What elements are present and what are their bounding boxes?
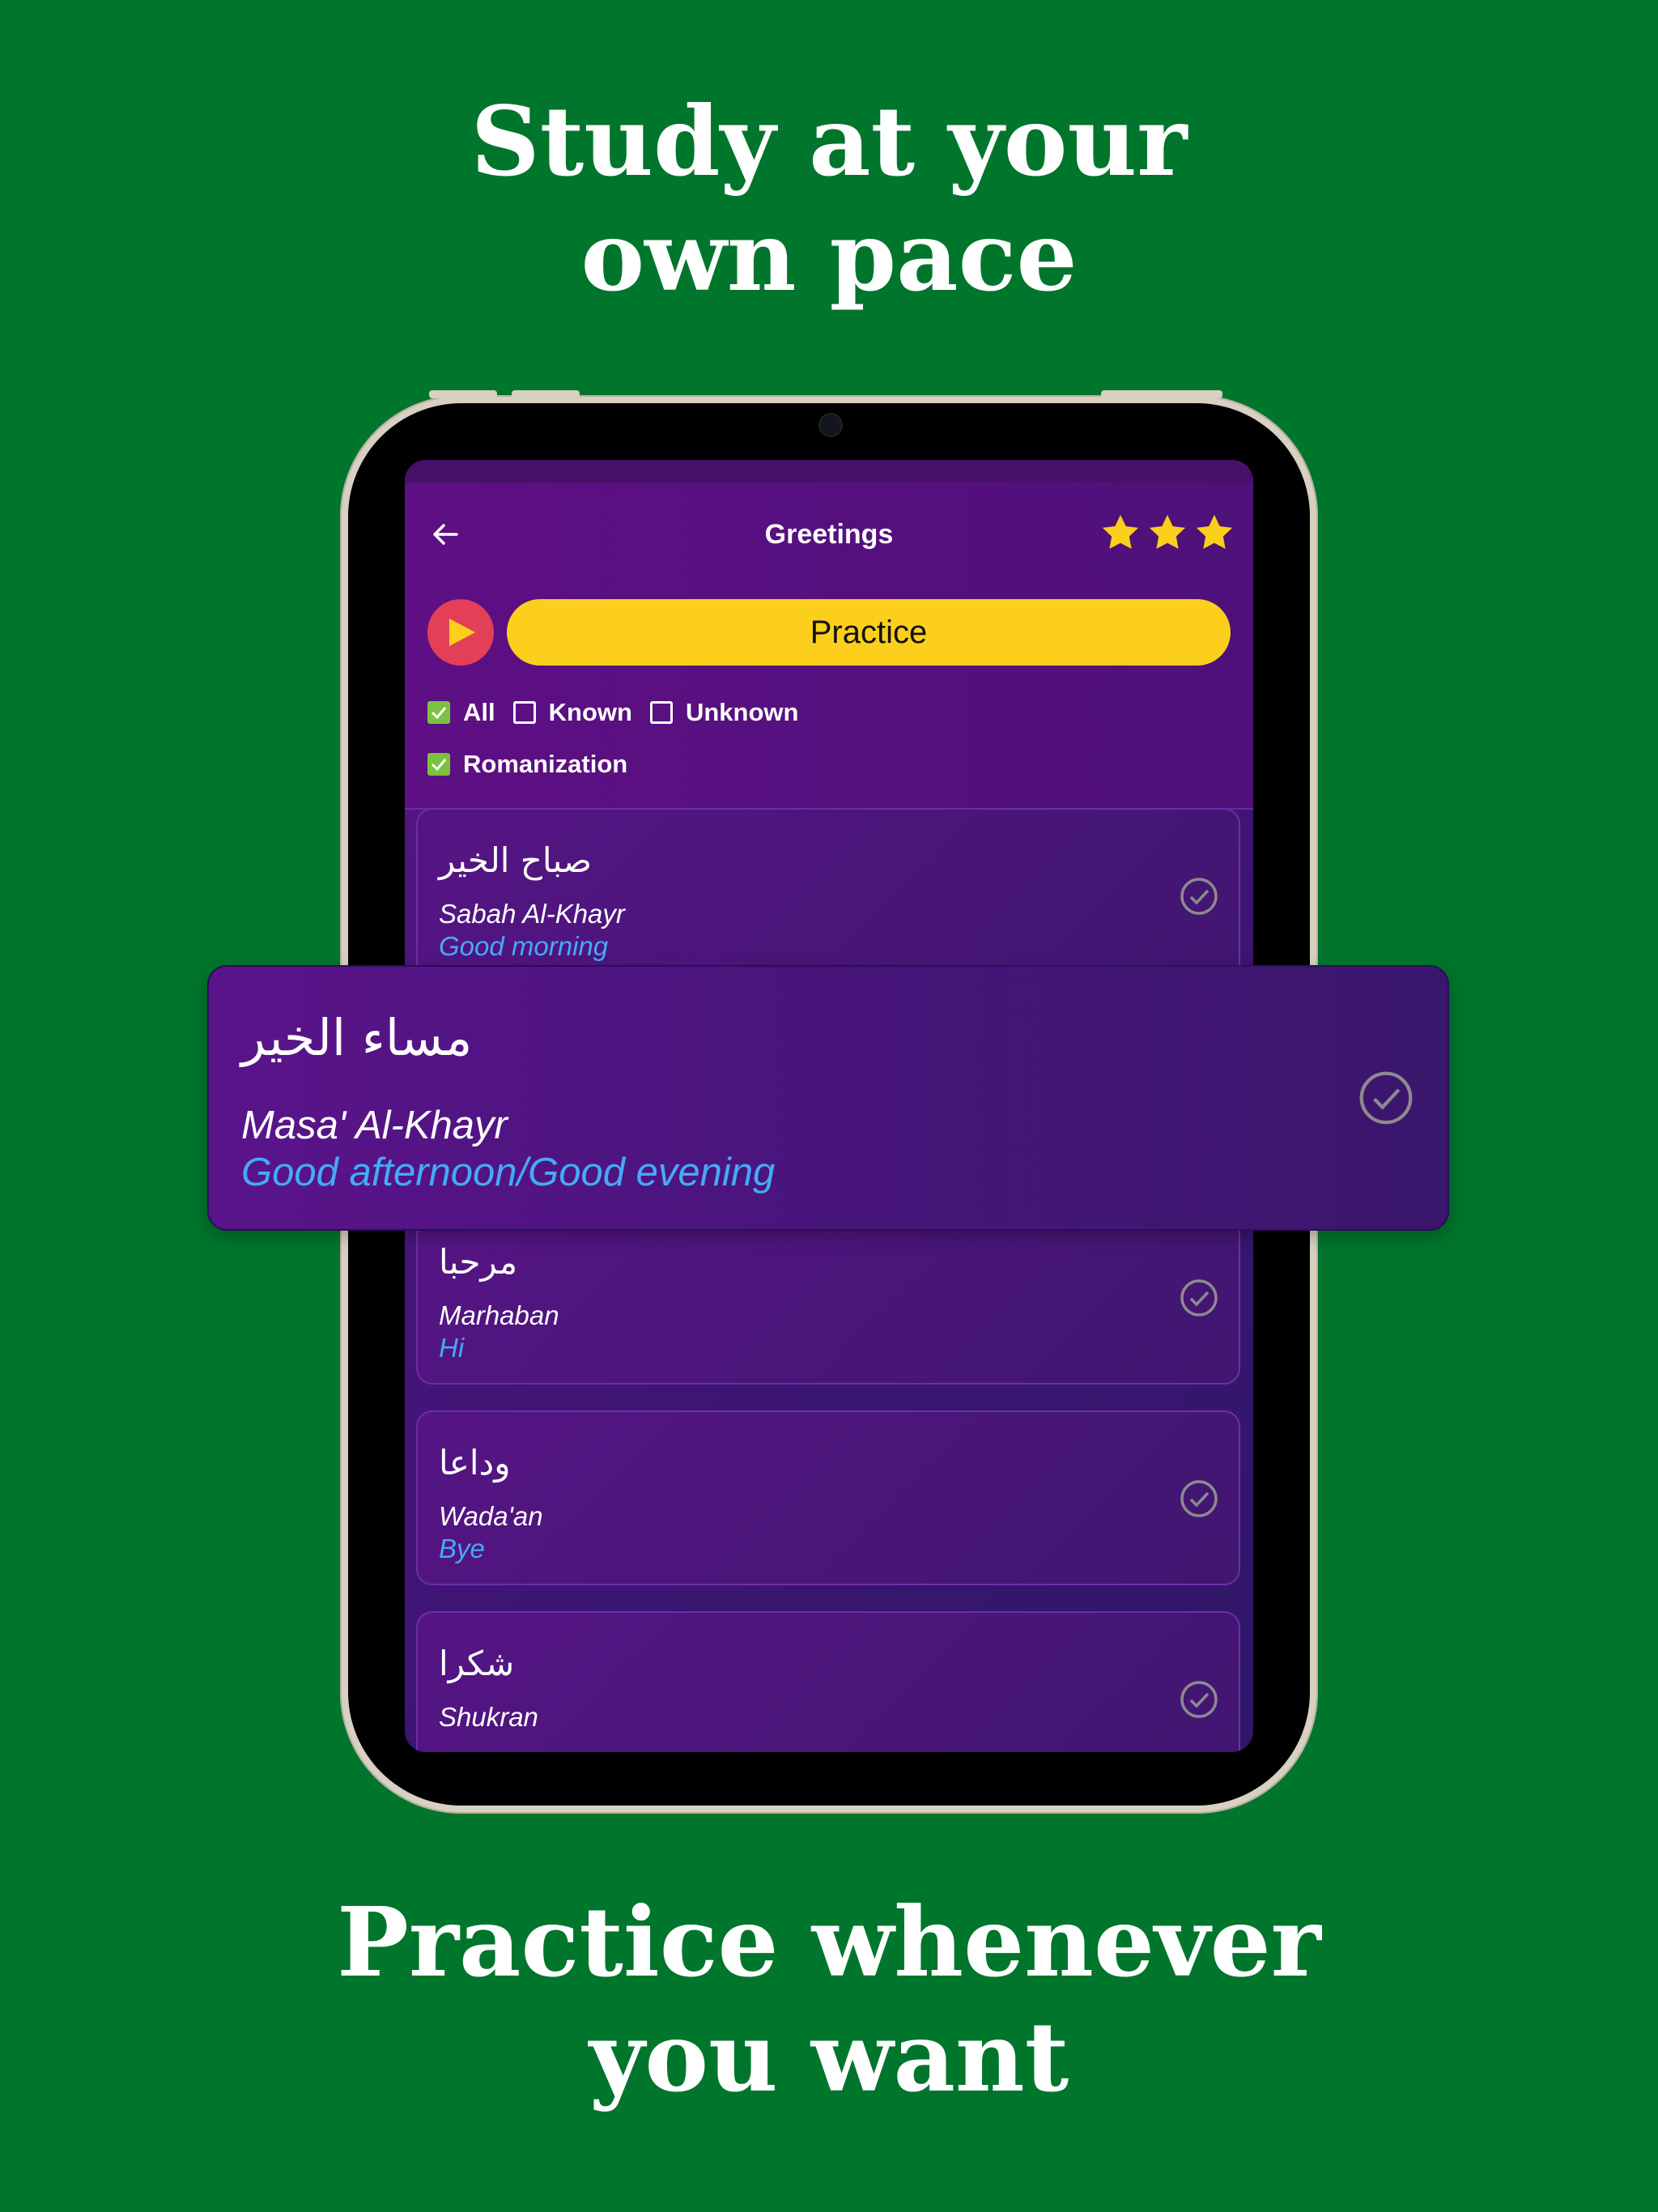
- phrase-translation: Bye: [439, 1534, 485, 1563]
- filter-known-label: Known: [548, 698, 632, 726]
- check-circle-icon[interactable]: [1179, 1478, 1219, 1519]
- phrase-translation: Good morning: [439, 931, 609, 961]
- camera-icon: [818, 413, 843, 437]
- star-rating: [1099, 512, 1235, 554]
- check-circle-icon[interactable]: [1179, 876, 1219, 917]
- check-circle-icon[interactable]: [1179, 1679, 1219, 1720]
- headline-bottom-line-2: you want: [589, 2001, 1069, 2113]
- phrase-card[interactable]: مرحبا Marhaban Hi: [416, 1210, 1240, 1385]
- filter-unknown-label: Unknown: [685, 698, 799, 726]
- check-circle-icon[interactable]: [1179, 1278, 1219, 1318]
- phrase-romanization: Sabah Al-Khayr: [439, 899, 625, 929]
- star-icon: [1102, 514, 1139, 549]
- headline-bottom: Practice whenever you want: [0, 1885, 1658, 2115]
- phrase-card[interactable]: شكرا Shukran: [416, 1611, 1240, 1752]
- checkmark-icon: [431, 759, 447, 772]
- phrase-romanization: Shukran: [439, 1702, 538, 1732]
- app-header: Greetings Practice All Known Unknown Rom…: [405, 483, 1253, 810]
- filter-all[interactable]: All: [427, 698, 495, 727]
- checkmark-icon: [431, 707, 447, 720]
- status-bar: [405, 460, 1253, 483]
- headline-top: Study at your own pace: [0, 84, 1658, 314]
- headline-bottom-line-1: Practice whenever: [337, 1886, 1321, 1998]
- headline-top-line-2: own pace: [580, 200, 1078, 313]
- practice-button[interactable]: Practice: [507, 599, 1231, 666]
- featured-arabic: مساء الخير: [241, 1008, 473, 1067]
- filter-romanization-label: Romanization: [463, 750, 628, 778]
- featured-phrase-card[interactable]: مساء الخير Masa' Al-Khayr Good afternoon…: [207, 965, 1449, 1231]
- phrase-romanization: Marhaban: [439, 1300, 559, 1330]
- play-icon: [449, 619, 475, 646]
- check-circle-icon[interactable]: [1357, 1069, 1415, 1127]
- phrase-arabic: مرحبا: [439, 1242, 518, 1282]
- star-icon: [1196, 514, 1233, 549]
- filter-all-label: All: [463, 698, 495, 726]
- checkbox-all[interactable]: [427, 701, 450, 724]
- phrase-card[interactable]: وداعا Wada'an Bye: [416, 1410, 1240, 1585]
- phrase-arabic: شكرا: [439, 1644, 515, 1683]
- checkbox-unknown[interactable]: [649, 701, 673, 724]
- phrase-arabic: صباح الخير: [439, 840, 593, 880]
- checkbox-romanization[interactable]: [427, 753, 450, 776]
- featured-romanization: Masa' Al-Khayr: [241, 1104, 508, 1147]
- filter-romanization[interactable]: Romanization: [427, 750, 627, 779]
- phrase-card[interactable]: صباح الخير Sabah Al-Khayr Good morning: [416, 808, 1240, 983]
- star-icon: [1149, 514, 1186, 549]
- featured-translation: Good afternoon/Good evening: [241, 1151, 776, 1194]
- phrase-translation: Hi: [439, 1333, 465, 1363]
- phrase-romanization: Wada'an: [439, 1501, 543, 1531]
- romanization-row: Romanization: [427, 750, 645, 779]
- headline-top-line-1: Study at your: [470, 85, 1188, 198]
- play-button[interactable]: [427, 599, 494, 666]
- filter-row: All Known Unknown: [427, 698, 816, 727]
- phrase-arabic: وداعا: [439, 1443, 511, 1482]
- filter-unknown[interactable]: Unknown: [649, 698, 799, 727]
- checkbox-known[interactable]: [512, 701, 536, 724]
- filter-known[interactable]: Known: [512, 698, 632, 727]
